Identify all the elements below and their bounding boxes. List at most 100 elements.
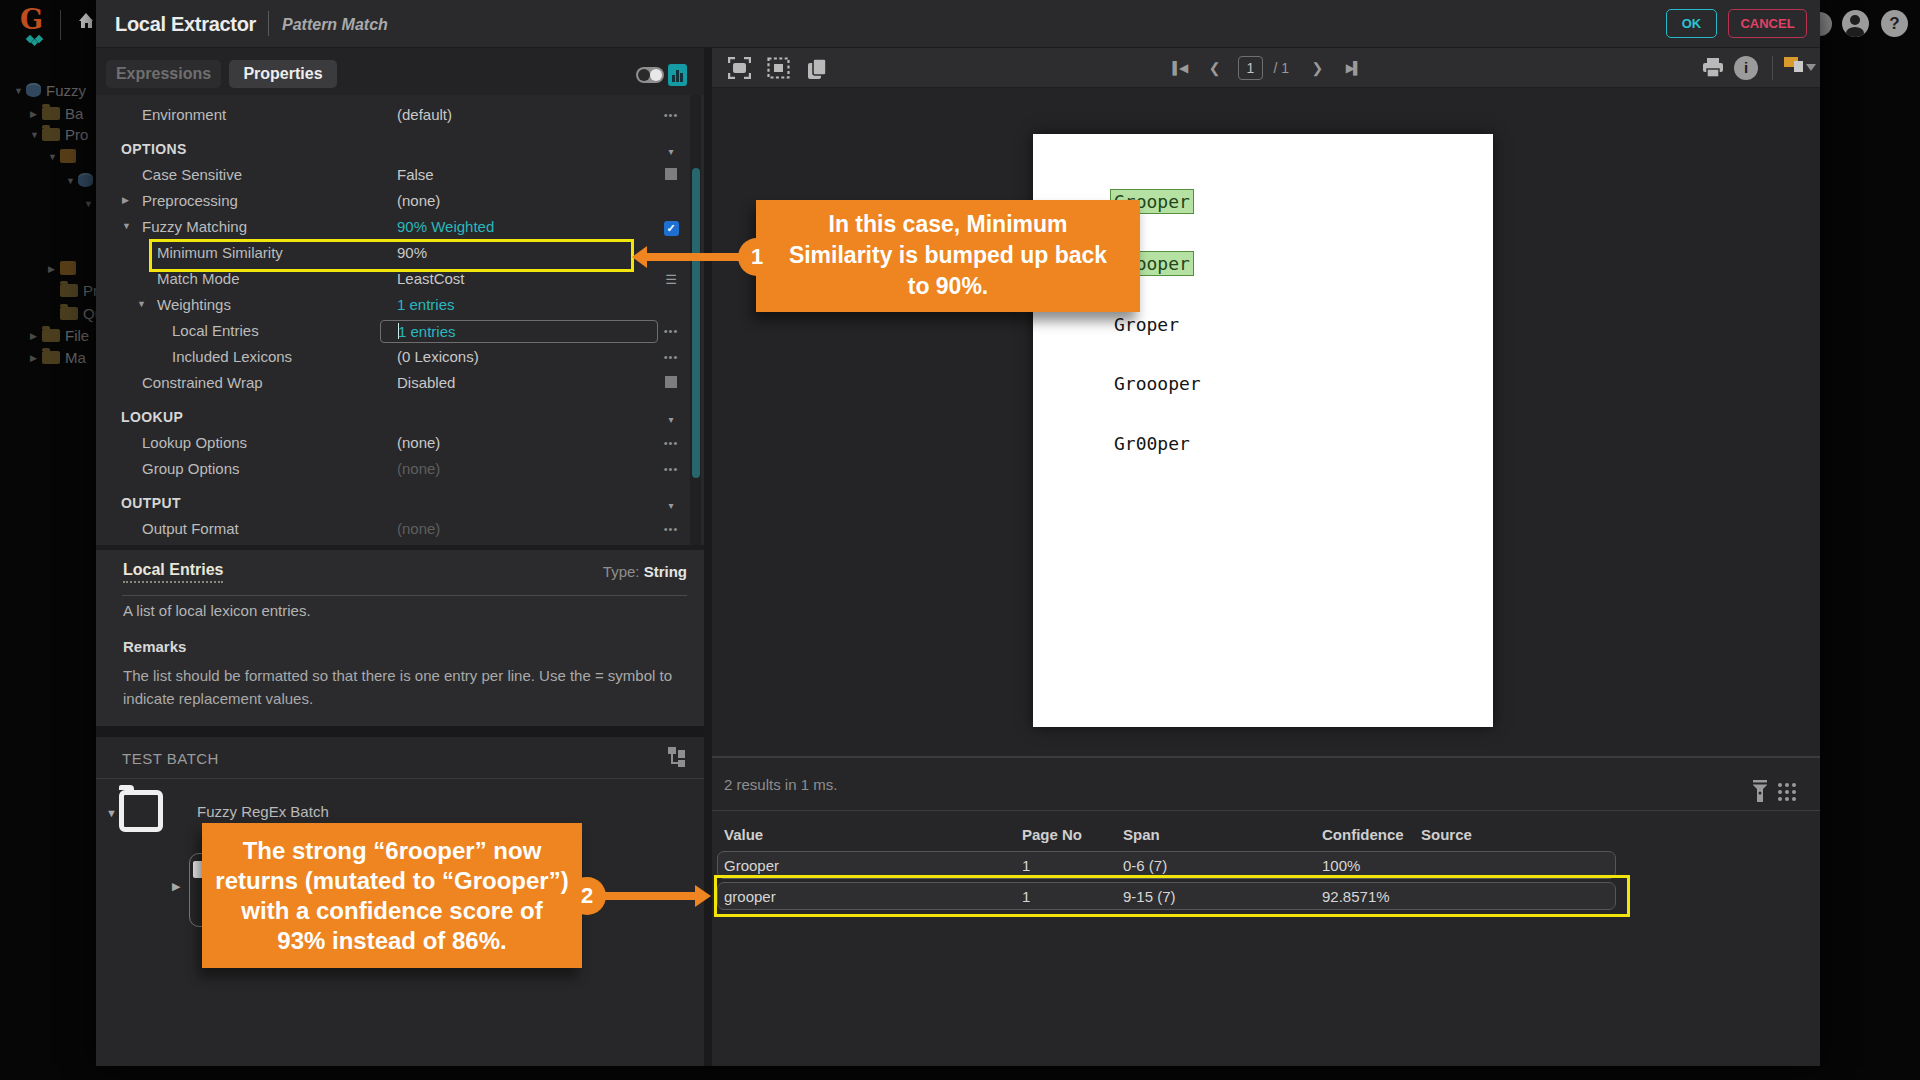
menu-button[interactable]: ☰: [663, 272, 679, 287]
diagnostics-icon[interactable]: [668, 64, 687, 86]
fuzzy-matching-checkbox[interactable]: ✓: [663, 218, 679, 236]
property-row-lookup-options[interactable]: Lookup Options(none)•••: [96, 430, 690, 456]
remarks-text: The list should be formatted so that the…: [123, 664, 673, 710]
callout-line: to 90%.: [756, 271, 1140, 302]
print-icon[interactable]: [1702, 58, 1724, 78]
callout-line: 93% instead of 86%.: [202, 926, 582, 956]
annotation-arrow-2: [604, 892, 696, 900]
prev-page-icon[interactable]: ❮: [1209, 48, 1221, 88]
batch-expander-icon[interactable]: ▼: [106, 807, 117, 819]
box-icon: [60, 149, 76, 163]
ellipsis-button[interactable]: •••: [663, 437, 679, 449]
ellipsis-button[interactable]: •••: [663, 523, 679, 535]
property-row-output-format[interactable]: Output Format(none)•••: [96, 516, 690, 542]
first-page-icon[interactable]: ▌◀: [1173, 48, 1187, 88]
ok-button[interactable]: OK: [1666, 9, 1717, 38]
results-status: 2 results in 1 ms.: [724, 776, 837, 793]
callout-line: Similarity is bumped up back: [756, 240, 1140, 271]
local-entries-input[interactable]: 1 entries: [380, 320, 658, 343]
grooper-logo[interactable]: G: [20, 6, 54, 44]
section-header-options[interactable]: OPTIONS▾: [96, 128, 690, 162]
ellipsis-button[interactable]: •••: [663, 463, 679, 475]
flashlight-icon[interactable]: [1753, 780, 1767, 802]
result-cell: 0-6 (7): [1123, 857, 1167, 874]
test-batch-rule: [96, 778, 704, 779]
tree-item[interactable]: ▼: [66, 172, 96, 192]
tree-item[interactable]: Pro: [48, 282, 96, 302]
logo-letter: G: [20, 4, 43, 35]
box-icon: [60, 261, 76, 275]
results-column-page-no[interactable]: Page No: [1022, 826, 1082, 843]
last-page-icon[interactable]: ▶▌: [1346, 48, 1360, 88]
results-column-value[interactable]: Value: [724, 826, 763, 843]
batch-folder-icon[interactable]: [119, 790, 163, 832]
property-row-weightings[interactable]: ▼Weightings1 entries: [96, 292, 690, 318]
callout-line: In this case, Minimum: [756, 209, 1140, 240]
result-cell: 1: [1022, 857, 1030, 874]
callout-line: returns (mutated to “Grooper”): [202, 866, 582, 896]
ellipsis-button[interactable]: •••: [663, 325, 679, 337]
results-panel: 2 results in 1 ms. Value Page No Span Confi…: [712, 756, 1820, 1066]
document-expander-icon[interactable]: ▶: [172, 880, 180, 893]
batch-root-label[interactable]: Fuzzy RegEx Batch: [197, 803, 329, 820]
ellipsis-button[interactable]: •••: [663, 109, 679, 121]
annotation-arrow-1: [646, 253, 740, 261]
folder-icon: [42, 351, 60, 364]
results-divider: [712, 810, 1820, 811]
tree-item[interactable]: ▶Ba: [30, 105, 83, 125]
tab-expressions[interactable]: Expressions: [106, 60, 221, 88]
grid-view-icon[interactable]: [1778, 783, 1796, 801]
export-page-icon: [1794, 61, 1803, 72]
home-icon[interactable]: [79, 13, 94, 28]
tree-item[interactable]: ▶File: [30, 327, 89, 347]
property-row-group-options[interactable]: Group Options(none)•••: [96, 456, 690, 482]
next-page-icon[interactable]: ❯: [1311, 48, 1323, 88]
panel-splitter[interactable]: [704, 48, 712, 1066]
page-total: / 1: [1273, 48, 1289, 88]
tree-item[interactable]: ▼Fuzzy: [14, 82, 86, 102]
folder-icon: [60, 284, 78, 297]
section-header-output[interactable]: OUTPUT▾: [96, 482, 690, 516]
description-type: Type: String: [603, 563, 687, 580]
folder-icon: [42, 107, 60, 120]
tree-item[interactable]: ▼: [48, 148, 81, 168]
property-row-local-entries[interactable]: Local Entries1 entries•••: [96, 318, 690, 344]
folder-icon: [42, 329, 60, 342]
dropdown-arrow-icon[interactable]: [1806, 64, 1816, 71]
scrollbar-thumb[interactable]: [692, 168, 700, 478]
dialog-subtitle: Pattern Match: [282, 16, 388, 34]
property-grid: Environment(default)•••OPTIONS▾Case Sens…: [96, 95, 704, 545]
account-icon[interactable]: [1842, 10, 1869, 37]
annotation-number-2: 2: [568, 877, 606, 915]
ellipsis-button[interactable]: •••: [663, 351, 679, 363]
tab-properties[interactable]: Properties: [229, 60, 337, 88]
header-divider: [60, 10, 61, 40]
folder-icon: [60, 307, 78, 320]
results-column-span[interactable]: Span: [1123, 826, 1160, 843]
property-row-fuzzy-matching[interactable]: ▼Fuzzy Matching90% Weighted✓: [96, 214, 690, 240]
info-icon[interactable]: i: [1734, 56, 1758, 80]
tree-item[interactable]: ▶: [48, 260, 81, 280]
title-separator: [268, 11, 269, 36]
property-row-included-lexicons[interactable]: Included Lexicons(0 Lexicons)•••: [96, 344, 690, 370]
readonly-box-icon: [663, 166, 679, 184]
tree-item[interactable]: ▼: [84, 195, 96, 215]
property-row-case-sensitive[interactable]: Case SensitiveFalse: [96, 162, 690, 188]
cancel-button[interactable]: CANCEL: [1728, 9, 1807, 38]
help-icon[interactable]: ?: [1881, 10, 1908, 37]
document-canvas[interactable]: Grooper6rooperGroperGroooperGr00per: [712, 89, 1820, 756]
tree-item[interactable]: ▼Pro: [30, 126, 88, 146]
results-column-confidence[interactable]: Confidence: [1322, 826, 1404, 843]
tree-item[interactable]: Qu: [48, 305, 96, 325]
tab-bar: Expressions Properties: [96, 48, 704, 95]
property-row-constrained-wrap[interactable]: Constrained WrapDisabled: [96, 370, 690, 396]
property-row-preprocessing[interactable]: ▶Preprocessing(none): [96, 188, 690, 214]
annotation-arrowhead-2: [695, 885, 711, 907]
tree-item[interactable]: ▶Ma: [30, 349, 86, 369]
page-number-input[interactable]: 1: [1238, 56, 1263, 80]
property-row-environment[interactable]: Environment(default)•••: [96, 102, 690, 128]
results-column-source[interactable]: Source: [1421, 826, 1472, 843]
panel-toggle[interactable]: [636, 67, 664, 83]
batch-hierarchy-icon[interactable]: [668, 747, 688, 767]
section-header-lookup[interactable]: LOOKUP▾: [96, 396, 690, 430]
